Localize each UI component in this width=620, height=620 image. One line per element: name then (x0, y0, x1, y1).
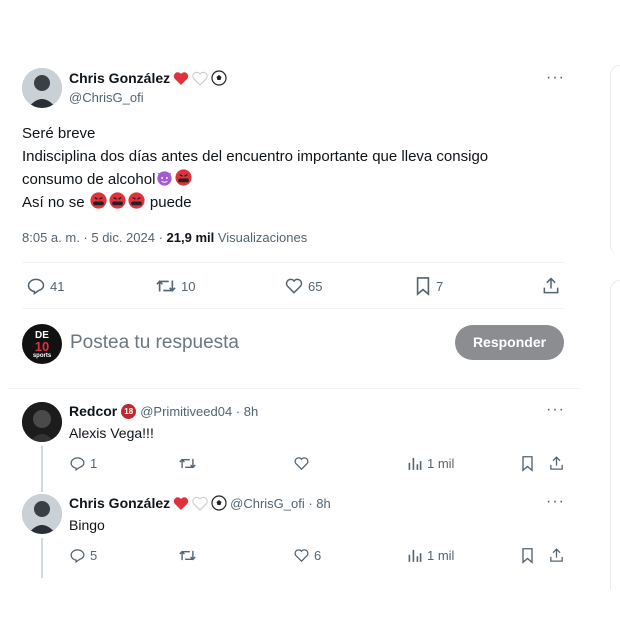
reply-thread-line (41, 446, 43, 492)
author-avatar[interactable] (22, 68, 62, 108)
more-icon[interactable]: ··· (546, 494, 565, 510)
bookmark-icon (416, 277, 430, 296)
avatar-text-bottom: sports (32, 353, 52, 359)
divider (8, 388, 580, 389)
reply-button[interactable]: 41 (26, 276, 64, 296)
reply-thread-line (41, 538, 43, 578)
red-heart-icon (173, 71, 189, 85)
tweet-line-3: consumo de alcohol (22, 168, 582, 191)
retweet-count: 10 (181, 278, 196, 294)
author-handle[interactable]: @ChrisG_ofi (69, 90, 144, 105)
views-icon (408, 457, 422, 470)
heart-icon (294, 457, 309, 471)
like-count: 65 (308, 278, 323, 294)
avatar-text-num: 10 (34, 339, 50, 354)
like-count: 6 (314, 548, 322, 563)
author-name-row[interactable]: Chris González (69, 70, 227, 86)
reply-icon (70, 549, 85, 564)
bookmark-button[interactable] (520, 455, 535, 472)
share-icon (550, 456, 563, 470)
reply-icon (70, 457, 85, 472)
age-18-badge: 18 (121, 403, 137, 419)
like-button[interactable] (293, 455, 314, 472)
retweet-button[interactable]: 10 (155, 276, 195, 296)
soccer-ball-icon (211, 495, 227, 511)
retweet-icon (179, 458, 196, 469)
reply-avatar[interactable] (22, 494, 62, 534)
tweet-line: Seré breve (22, 125, 96, 142)
devil-emoji-icon (157, 171, 173, 186)
angry-face-icon (128, 192, 145, 209)
reply-count: 5 (90, 548, 98, 563)
person-photo-icon (22, 494, 62, 534)
reply-button[interactable]: 5 (69, 547, 97, 564)
tweet-line: Indisciplina dos días antes del encuentr… (22, 148, 489, 165)
views-count: 1 mil (427, 456, 455, 471)
sidebar-card-edge (610, 65, 620, 255)
more-icon[interactable]: ··· (546, 402, 565, 418)
reply-avatar[interactable] (22, 402, 62, 442)
reply-handle[interactable]: @Primitiveed04 · 8h (140, 404, 258, 419)
reply-author-name[interactable]: Chris González (69, 495, 170, 511)
compose-avatar: DE 10 sports (22, 324, 62, 364)
share-button[interactable] (548, 455, 565, 472)
divider (22, 262, 564, 263)
tweet-meta: 8:05 a. m. · 5 dic. 2024 · 21,9 mil Visu… (22, 230, 307, 245)
tweet-line-4: Así no se puede (22, 191, 582, 214)
red-heart-icon (173, 496, 189, 510)
reply-submit-button[interactable]: Responder (455, 325, 564, 360)
bookmark-icon (522, 456, 533, 472)
share-button[interactable] (541, 276, 561, 296)
views-button[interactable]: 1 mil (407, 455, 454, 472)
reply-button[interactable]: 1 (69, 455, 97, 472)
retweet-button[interactable] (178, 547, 197, 564)
heart-icon (285, 278, 303, 294)
white-heart-icon (192, 496, 208, 511)
reply-header: Chris González @ChrisG_ofi · 8h (69, 495, 331, 511)
heart-icon (294, 549, 309, 563)
views-count: 1 mil (427, 548, 455, 563)
reply-text: Bingo (69, 517, 105, 533)
reply-author-name[interactable]: Redcor (69, 403, 117, 419)
bookmark-count: 7 (436, 278, 444, 294)
bookmark-icon (522, 548, 533, 564)
views-icon (408, 549, 422, 562)
person-photo-icon (22, 68, 62, 108)
tweet-body: Seré breve Indisciplina dos días antes d… (22, 122, 582, 214)
retweet-icon (156, 280, 176, 292)
like-button[interactable]: 65 (284, 276, 322, 296)
bookmark-button[interactable] (520, 547, 535, 564)
soccer-ball-icon (211, 70, 227, 86)
more-icon[interactable]: ··· (546, 70, 565, 86)
like-button[interactable]: 6 (293, 547, 321, 564)
angry-face-icon (175, 169, 192, 186)
reply-handle[interactable]: @ChrisG_ofi · 8h (230, 496, 331, 511)
reply-icon (27, 278, 45, 295)
angry-face-icon (90, 192, 107, 209)
person-photo-icon (22, 402, 62, 442)
retweet-icon (179, 550, 196, 561)
angry-face-icon (109, 192, 126, 209)
compose-input[interactable]: Postea tu respuesta (70, 332, 239, 354)
retweet-button[interactable] (178, 455, 197, 472)
views-count: 21,9 mil (166, 230, 215, 245)
bookmark-button[interactable]: 7 (414, 276, 443, 296)
white-heart-icon (192, 71, 208, 86)
reply-text: Alexis Vega!!! (69, 425, 154, 441)
author-name[interactable]: Chris González (69, 70, 170, 86)
reply-count: 1 (90, 456, 98, 471)
views-label: Visualizaciones (214, 230, 308, 245)
views-button[interactable]: 1 mil (407, 547, 454, 564)
share-icon (543, 277, 559, 294)
timestamp[interactable]: 8:05 a. m. · 5 dic. 2024 · (22, 230, 167, 245)
reply-count: 41 (50, 278, 65, 294)
divider (22, 308, 564, 309)
reply-header: Redcor 18 @Primitiveed04 · 8h (69, 403, 258, 419)
share-button[interactable] (548, 547, 565, 564)
share-icon (550, 548, 563, 562)
sidebar-card-edge (610, 280, 620, 590)
